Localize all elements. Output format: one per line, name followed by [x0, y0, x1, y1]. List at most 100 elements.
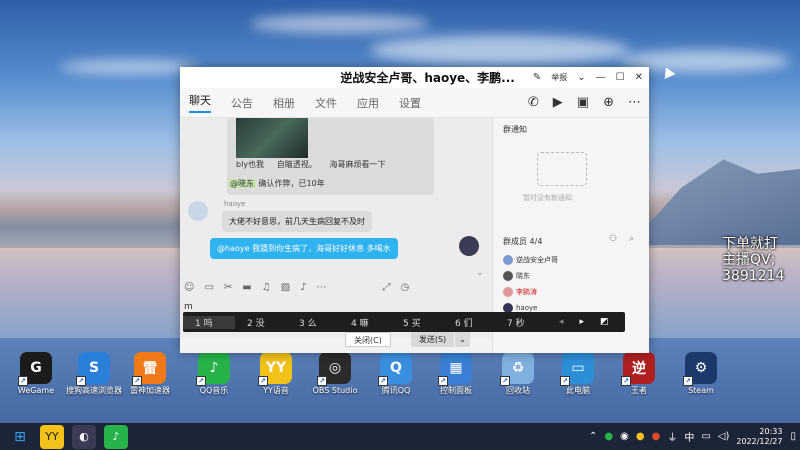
search-icon[interactable]: ⌕ [629, 234, 634, 244]
chevron-down-icon[interactable]: ⌄ [577, 72, 585, 83]
app-icon: ▦ ↗ [438, 352, 472, 386]
ime-candidate[interactable]: 2 没 [235, 316, 287, 329]
report-button[interactable]: 举报 [551, 72, 567, 83]
scroll-down-icon[interactable]: ⌄ [476, 268, 484, 278]
tray-app-icon[interactable]: ● [636, 431, 645, 442]
more-icon[interactable]: ⋯ [628, 95, 641, 110]
tab-album[interactable]: 相册 [273, 95, 295, 111]
shortcut-arrow-icon: ↗ [196, 376, 206, 386]
keyboard-toggle-icon[interactable]: ◩ [600, 317, 609, 327]
gif-icon[interactable]: ▭ [204, 282, 213, 293]
overlay-line: 下单就打 [722, 236, 778, 252]
tab-apps[interactable]: 应用 [357, 95, 379, 111]
tab-bar: 聊天 公告 相册 文件 应用 设置 ✆ ▶ ▣ ⊕ ⋯ [180, 88, 649, 118]
app-icon: 逆 ↗ [621, 352, 655, 386]
desktop-icon[interactable]: YY ↗ YY语音 [244, 352, 308, 396]
qq-taskbar-icon[interactable]: ◐ [72, 424, 96, 449]
close-icon[interactable]: ✕ [635, 72, 643, 83]
member-item[interactable]: 晓东 [503, 268, 558, 284]
app-icon: G ↗ [18, 352, 52, 386]
shortcut-arrow-icon: ↗ [76, 376, 86, 386]
ime-candidate[interactable]: 5 买 [391, 316, 443, 329]
prev-page-icon[interactable]: ◂ [559, 317, 564, 327]
desktop-icon[interactable]: 逆 ↗ 王者 [607, 352, 671, 396]
member-item[interactable]: 逆战安全卢哥 [503, 252, 558, 268]
avatar[interactable] [188, 201, 208, 221]
send-button[interactable]: 发送(S) [410, 332, 455, 347]
emoji-icon[interactable]: ☺ [184, 282, 194, 293]
image-icon[interactable]: ▨ [281, 282, 290, 293]
app-icon: ⚙ ↗ [683, 352, 717, 386]
member-list: 逆战安全卢哥 晓东 李鹏涛 haoye [503, 252, 558, 316]
desktop-icon[interactable]: ⚙ ↗ Steam [669, 352, 733, 396]
ime-candidate[interactable]: 4 嘛 [339, 316, 391, 329]
add-member-icon[interactable]: ⚇ [609, 234, 617, 244]
yy-taskbar-icon[interactable]: YY [40, 424, 64, 449]
expand-icon[interactable]: ⤢ [383, 282, 391, 293]
video-icon[interactable]: ▶ [553, 95, 563, 110]
ime-candidate-bar: 1 吗 2 没 3 么 4 嘛 5 买 6 们 7 秒 ◂ ▸ ◩ [183, 312, 625, 332]
tray-app-icon[interactable]: ● [604, 431, 613, 442]
ime-candidate[interactable]: 6 们 [443, 316, 495, 329]
system-tray: ⌃ ● ◉ ● ● ⏚ 中 ▭ ◁) 20:33 2022/12/27 ▯ [589, 423, 800, 450]
tray-app-icon[interactable]: ◉ [620, 431, 629, 442]
network-icon[interactable]: ▭ [701, 431, 710, 442]
desktop-icon[interactable]: ◎ ↗ OBS Studio [303, 352, 367, 396]
folder-icon[interactable]: ▬ [242, 282, 251, 293]
tray-app-icon[interactable]: ● [652, 431, 661, 442]
music-taskbar-icon[interactable]: ♪ [104, 424, 128, 449]
ime-candidate[interactable]: 3 么 [287, 316, 339, 329]
desktop-icon[interactable]: G ↗ WeGame [4, 352, 68, 396]
desktop-icon[interactable]: ♻ ↗ 回收站 [486, 352, 550, 396]
clock[interactable]: 20:33 2022/12/27 [736, 427, 782, 447]
tab-chat[interactable]: 聊天 [189, 92, 211, 113]
scissors-icon[interactable]: ✂ [224, 282, 232, 293]
input-language-indicator[interactable]: 中 [684, 429, 694, 444]
next-page-icon[interactable]: ▸ [580, 317, 585, 327]
message-input[interactable]: m [184, 302, 193, 312]
tab-settings[interactable]: 设置 [399, 95, 421, 111]
ime-candidate[interactable]: 7 秒 [495, 316, 547, 329]
ime-candidate[interactable]: 1 吗 [183, 315, 235, 329]
desktop-icon[interactable]: ▭ ↗ 此电脑 [546, 352, 610, 396]
image-message-bubble: bly也我 自瞄透视。 海哥麻烦看一下 @晓东 确认作弊，已10年 [227, 118, 434, 195]
desktop-icon[interactable]: Q ↗ 腾讯QQ [364, 352, 428, 396]
shortcut-arrow-icon: ↗ [560, 376, 570, 386]
desktop-icon-label: QQ音乐 [199, 386, 229, 395]
app-icon: 雷 ↗ [132, 352, 166, 386]
close-button[interactable]: 关闭(C) [345, 332, 391, 347]
desktop-icon[interactable]: ▦ ↗ 控制面板 [424, 352, 488, 396]
app-icon: ♪ ↗ [196, 352, 230, 386]
maximize-button[interactable]: ☐ [616, 72, 625, 83]
start-windows-icon[interactable]: ⊞ [8, 425, 32, 449]
more-tools-icon[interactable]: ⋯ [317, 282, 327, 293]
desktop-icon[interactable]: ♪ ↗ QQ音乐 [182, 352, 246, 396]
mention-tag[interactable]: @晓东 [228, 179, 256, 188]
bell-icon[interactable]: ♪ [300, 282, 306, 293]
my-avatar[interactable] [459, 236, 479, 256]
app-icon: ♻ ↗ [500, 352, 534, 386]
window-title: 逆战安全卢哥、haoye、李鹏... [340, 71, 515, 85]
tab-announcement[interactable]: 公告 [231, 95, 253, 111]
desktop-icon-label: 此电脑 [566, 386, 590, 395]
history-icon[interactable]: ◷ [401, 282, 410, 293]
chevron-up-icon[interactable]: ⌃ [589, 431, 597, 442]
screen-share-icon[interactable]: ▣ [577, 95, 589, 110]
notification-icon[interactable]: ▯ [790, 431, 796, 442]
tab-files[interactable]: 文件 [315, 95, 337, 111]
edit-icon[interactable]: ✎ [533, 72, 541, 83]
screenshot-image[interactable] [236, 118, 308, 158]
desktop-icon[interactable]: 雷 ↗ 雷神加速器 [118, 352, 182, 396]
overlay-line: 主播QV; [722, 252, 776, 268]
desktop-icon[interactable]: S ↗ 搜狗高速浏览器 [62, 352, 126, 396]
shortcut-arrow-icon: ↗ [317, 376, 327, 386]
add-icon[interactable]: ⊕ [603, 95, 614, 110]
minimize-button[interactable]: — [596, 72, 606, 83]
member-item[interactable]: 李鹏涛 [503, 284, 558, 300]
action-buttons: 关闭(C) 发送(S) ⌄ [335, 332, 480, 350]
music-icon[interactable]: ♫ [262, 282, 271, 293]
microphone-icon[interactable]: ⏚ [667, 429, 677, 444]
phone-icon[interactable]: ✆ [528, 95, 539, 110]
send-options-chevron-icon[interactable]: ⌄ [455, 332, 470, 347]
volume-icon[interactable]: ◁) [718, 431, 730, 442]
